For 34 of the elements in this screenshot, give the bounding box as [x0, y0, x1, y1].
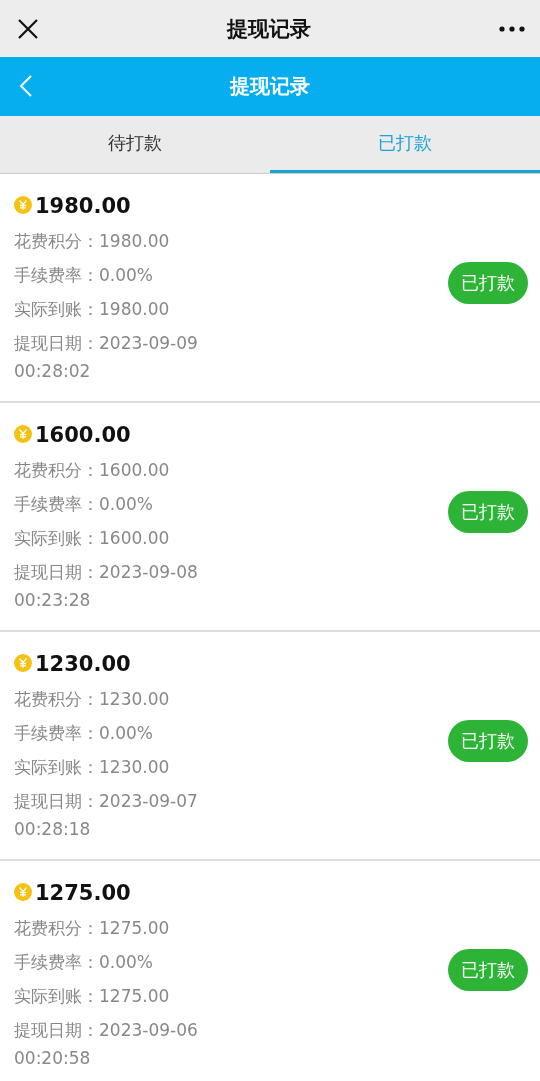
record-detail: 实际到账：1230.00	[14, 756, 171, 779]
record-detail: 实际到账：1600.00	[14, 527, 171, 550]
record-detail: 花费积分：1275.00	[14, 917, 171, 940]
record-detail: 实际到账：1275.00	[14, 985, 171, 1008]
record-detail: 花费积分：1980.00	[14, 230, 171, 253]
record-detail: 提现日期：2023-09-07 00:28:18	[14, 790, 199, 841]
status-button[interactable]: 已打款	[448, 490, 528, 533]
record-detail: 花费积分：1230.00	[14, 688, 171, 711]
amount: 1600.00	[35, 423, 131, 447]
tab[interactable]: 已打款	[270, 116, 540, 173]
coin-icon	[14, 883, 32, 901]
coin-icon	[14, 196, 32, 214]
record-detail: 手续费率：0.00%	[14, 264, 154, 287]
amount: 1230.00	[35, 652, 131, 676]
coin-icon	[14, 425, 32, 443]
record-detail: 手续费率：0.00%	[14, 493, 154, 516]
close-icon[interactable]	[17, 17, 39, 40]
record-detail: 实际到账：1980.00	[14, 298, 171, 321]
record-detail: 手续费率：0.00%	[14, 951, 154, 974]
coin-icon	[14, 654, 32, 672]
record-detail: 提现日期：2023-09-08 00:23:28	[14, 561, 199, 612]
record-detail: 手续费率：0.00%	[14, 722, 154, 745]
amount: 1275.00	[35, 881, 131, 905]
status-button[interactable]: 已打款	[448, 719, 528, 762]
record-detail: 花费积分：1600.00	[14, 459, 171, 482]
record-detail: 提现日期：2023-09-06 00:20:58	[14, 1019, 199, 1070]
status-button[interactable]: 已打款	[448, 948, 528, 991]
record-detail: 提现日期：2023-09-09 00:28:02	[14, 332, 199, 383]
tab[interactable]: 待打款	[0, 116, 270, 173]
more-icon[interactable]	[499, 25, 525, 32]
amount: 1980.00	[35, 194, 131, 218]
header-title: 提现记录	[230, 73, 310, 100]
page-title: 提现记录	[227, 15, 311, 43]
status-button[interactable]: 已打款	[448, 261, 528, 304]
